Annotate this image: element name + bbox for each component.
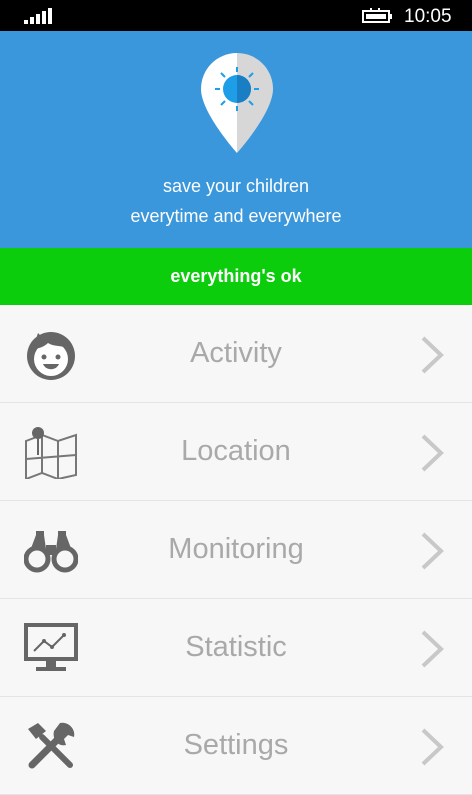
- menu-item-label: Activity: [190, 337, 282, 369]
- menu-item-location[interactable]: Location: [0, 403, 472, 501]
- tagline-line-2: everytime and everywhere: [130, 206, 342, 226]
- status-bar: 10:05: [0, 0, 472, 31]
- status-banner: everything's ok: [0, 248, 472, 305]
- menu-item-label: Statistic: [185, 631, 287, 663]
- tagline-line-1: save your children: [162, 176, 310, 196]
- clock: 10:05: [404, 6, 452, 27]
- hero-banner: save your children everytime and everywh…: [0, 31, 472, 248]
- menu-item-label: Settings: [183, 729, 289, 761]
- location-pin-icon: [201, 53, 273, 153]
- chevron-right-icon: [421, 728, 444, 766]
- chevron-right-icon: [421, 630, 444, 668]
- menu-item-label: Monitoring: [168, 533, 304, 565]
- battery-charging-icon: [362, 8, 392, 23]
- chevron-right-icon: [421, 434, 444, 472]
- chevron-right-icon: [421, 336, 444, 374]
- menu-item-monitoring[interactable]: Monitoring: [0, 501, 472, 599]
- menu-item-label: Location: [181, 435, 291, 467]
- main-menu: Activity Location Monitoring Statistic S…: [0, 305, 472, 795]
- menu-item-activity[interactable]: Activity: [0, 305, 472, 403]
- chevron-right-icon: [421, 532, 444, 570]
- signal-icon: [24, 8, 52, 24]
- menu-item-statistic[interactable]: Statistic: [0, 599, 472, 697]
- menu-item-settings[interactable]: Settings: [0, 697, 472, 795]
